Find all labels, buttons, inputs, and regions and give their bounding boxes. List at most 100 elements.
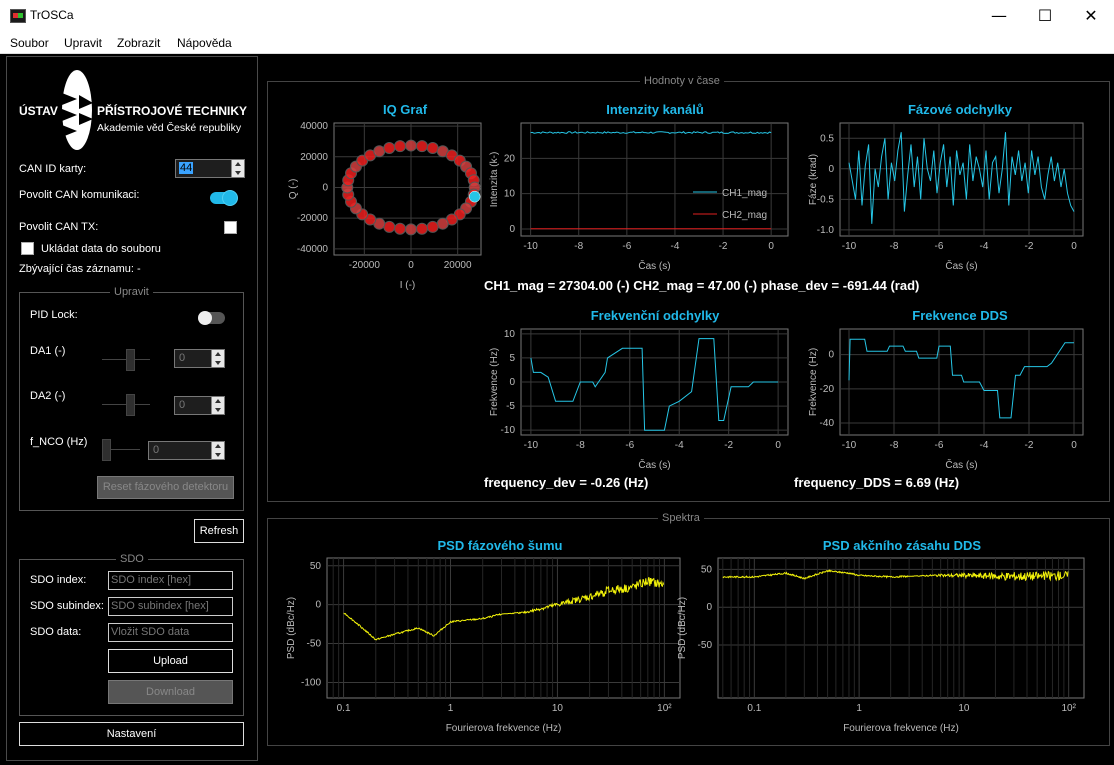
- x-tick-label: -6: [622, 241, 631, 252]
- refresh-button[interactable]: Refresh: [194, 519, 244, 543]
- slider-handle[interactable]: [102, 439, 111, 461]
- window-title: TrOSCa: [30, 8, 74, 22]
- y-tick-label: -20: [820, 384, 835, 395]
- x-tick-label: -10: [524, 440, 539, 451]
- da2-slider[interactable]: [102, 394, 150, 416]
- can-id-spinbox[interactable]: 44: [175, 159, 245, 178]
- da1-spinbox[interactable]: 0: [174, 349, 225, 368]
- iq-point: [373, 145, 386, 158]
- can-enable-label: Povolit CAN komunikaci:: [19, 189, 140, 201]
- x-tick-label: -4: [675, 440, 684, 451]
- toggle-knob: [223, 191, 237, 205]
- y-tick-label: 10: [504, 189, 516, 200]
- menu-upravit[interactable]: Upravit: [64, 36, 102, 50]
- spin-arrows-icon[interactable]: [211, 350, 224, 367]
- phase-plot: -10 -8 -6 -4 -2 0 0.5 0 -0.5 -1.0 Čas (s) Fáze (kra…: [808, 122, 1084, 272]
- spin-arrows-icon[interactable]: [211, 442, 224, 459]
- y-tick-label: -50: [307, 639, 322, 650]
- sdo-subindex-input[interactable]: SDO subindex [hex]: [108, 597, 233, 616]
- fnco-label: f_NCO (Hz): [30, 436, 88, 448]
- menu-zobrazit[interactable]: Zobrazit: [117, 36, 160, 50]
- can-enable-toggle[interactable]: [210, 191, 237, 205]
- slider-handle[interactable]: [126, 394, 135, 416]
- frequency-dev-readout: frequency_dev = -0.26 (Hz): [484, 475, 649, 490]
- menu-soubor[interactable]: Soubor: [10, 36, 49, 50]
- plot-area: [717, 557, 1085, 699]
- y-tick-label: -40000: [297, 244, 329, 255]
- fnco-value: 0: [153, 444, 160, 456]
- spin-arrows-icon[interactable]: [231, 160, 244, 177]
- can-tx-checkbox[interactable]: [224, 221, 237, 234]
- iq-point: [394, 140, 407, 153]
- iq-current-point: [468, 190, 481, 203]
- x-tick-label: 10²: [1061, 703, 1076, 714]
- app-icon: [10, 9, 26, 23]
- download-button[interactable]: Download: [108, 680, 233, 704]
- iq-point: [436, 217, 449, 230]
- iq-chart-title: IQ Graf: [382, 102, 428, 117]
- x-tick-label: -10: [842, 241, 857, 252]
- mag-chart-title: Intenzity kanálů: [606, 102, 704, 117]
- y-tick-label: 5: [509, 353, 515, 364]
- logo-subtitle: Akademie věd České republiky: [97, 122, 242, 134]
- x-tick-label: -10: [842, 440, 857, 451]
- minimize-icon[interactable]: —: [976, 0, 1022, 32]
- da2-spinbox[interactable]: 0: [174, 396, 225, 415]
- settings-button[interactable]: Nastavení: [19, 722, 244, 746]
- fnco-spinbox[interactable]: 0: [148, 441, 225, 460]
- da2-value: 0: [179, 399, 186, 411]
- x-tick-label: 0: [1071, 440, 1077, 451]
- plot-area: [839, 328, 1084, 436]
- frequency-dds-readout: frequency_DDS = 6.69 (Hz): [794, 475, 960, 490]
- psd-phase-plot: 0.1 1 10 10² 50 0 -50 -100 Fourierova frekvence …: [286, 557, 681, 734]
- spin-arrows-icon[interactable]: [211, 397, 224, 414]
- y-tick-label: 0: [509, 377, 515, 388]
- sdo-data-input[interactable]: Vložit SDO data: [108, 623, 233, 642]
- control-sidebar: ÚSTAV PŘÍSTROJOVÉ TECHNIKY Akademie věd …: [6, 56, 258, 761]
- sdo-subindex-label: SDO subindex:: [30, 600, 104, 612]
- save-data-checkbox[interactable]: [21, 242, 34, 255]
- iq-point: [426, 142, 439, 155]
- iq-point: [415, 140, 428, 153]
- sdo-group: SDO SDO index: SDO index [hex] SDO subin…: [19, 553, 244, 716]
- x-tick-label: -20000: [349, 260, 381, 271]
- iq-point: [383, 142, 396, 155]
- logo-emblem-icon: [62, 70, 93, 150]
- x-axis-label: Fourierova frekvence (Hz): [446, 723, 562, 734]
- y-tick-label: 40000: [300, 121, 328, 132]
- reset-phase-detector-button[interactable]: Reset fázového detektoru: [97, 476, 234, 499]
- legend-label-ch2: CH2_mag: [722, 210, 767, 221]
- y-tick-label: -100: [301, 677, 321, 688]
- can-tx-label: Povolit CAN TX:: [19, 221, 99, 233]
- pid-lock-toggle[interactable]: [198, 311, 225, 325]
- y-tick-label: -50: [698, 640, 713, 651]
- maximize-icon[interactable]: ☐: [1022, 0, 1068, 32]
- legend-label-ch1: CH1_mag: [722, 188, 767, 199]
- logo-word-ustav: ÚSTAV: [19, 104, 58, 118]
- edit-group-title: Upravit: [110, 286, 153, 298]
- menu-napoveda[interactable]: Nápověda: [177, 36, 232, 50]
- sdo-index-input[interactable]: SDO index [hex]: [108, 571, 233, 590]
- y-tick-label: -5: [506, 401, 515, 412]
- da1-slider[interactable]: [102, 349, 150, 371]
- slider-handle[interactable]: [126, 349, 135, 371]
- x-tick-label: -8: [574, 241, 583, 252]
- y-axis-label: Frekvence (Hz): [489, 348, 500, 416]
- fdev-chart-title: Frekvenční odchylky: [590, 308, 720, 323]
- psd-phase-chart-title: PSD fázového šumu: [437, 538, 563, 553]
- x-tick-label: -2: [719, 241, 728, 252]
- iq-plot: -20000 0 20000 40000 20000 0 -20000 -40000 I (-)…: [288, 121, 482, 291]
- edit-group: Upravit PID Lock: DA1 (-) 0 DA2 (-) 0 f_…: [19, 286, 244, 511]
- x-axis-label: Čas (s): [638, 259, 670, 272]
- can-id-label: CAN ID karty:: [19, 163, 87, 175]
- da1-value: 0: [179, 352, 186, 364]
- fnco-slider[interactable]: [102, 439, 140, 461]
- y-axis-label: PSD (dBc/Hz): [677, 597, 688, 659]
- y-axis-label: Frekvence (Hz): [808, 348, 819, 416]
- iq-point: [415, 222, 428, 235]
- upload-button[interactable]: Upload: [108, 649, 233, 673]
- x-tick-label: 10: [958, 703, 970, 714]
- y-tick-label: 20: [504, 153, 516, 164]
- close-icon[interactable]: ✕: [1068, 0, 1114, 32]
- x-tick-label: 0: [1071, 241, 1077, 252]
